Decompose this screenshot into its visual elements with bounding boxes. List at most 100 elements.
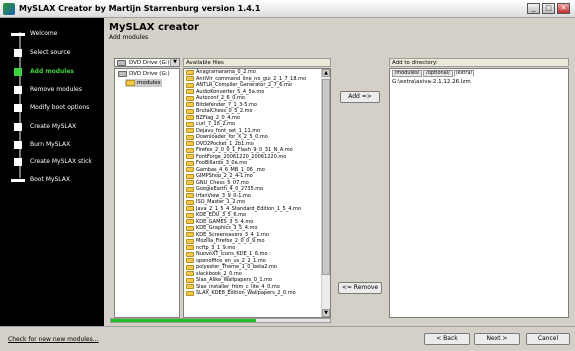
sidebar-step-label: Select source: [30, 49, 71, 56]
sidebar-step-remove-modules: Remove modules: [14, 85, 104, 95]
file-name: Downloader_for_X_2_5_0.mo: [196, 134, 268, 140]
wizard-sidebar: Welcome Select source Add modules Remove…: [0, 18, 104, 326]
scrollbar-thumb[interactable]: [322, 79, 330, 275]
cancel-button[interactable]: Cancel: [526, 333, 570, 345]
file-name: ncftp_3_1_9.mo: [196, 244, 236, 251]
available-files-list: Anagramarama_0_2.mo AntiVir_command_line_…: [183, 68, 331, 318]
sidebar-step-label: Create MySLAX stick: [30, 158, 92, 165]
file-name: Slax_Alike_Wallpapers_0_1.mo: [196, 277, 273, 283]
step-marker: [14, 158, 22, 166]
sidebar-step-label: Boot MySLAX: [30, 176, 70, 183]
tree-item-dvd-drive[interactable]: DVD Drive (G:): [117, 70, 170, 78]
file-name: GIMPShop_2_2_4-1.mo: [196, 173, 253, 179]
tab-extra[interactable]: /extra/: [454, 70, 474, 77]
back-button[interactable]: < Back: [424, 333, 470, 345]
module-file-icon: [186, 147, 194, 153]
file-list: Anagramarama_0_2.mo AntiVir_command_line_…: [184, 69, 322, 297]
file-list-scrollbar[interactable]: ▲ ▼: [321, 69, 330, 317]
step-marker: [11, 179, 25, 182]
module-file-icon: [186, 219, 194, 224]
file-name: Anagramarama_0_2.mo: [196, 69, 256, 75]
file-name: Java_2_1_5_4_Standard_Edition_1_5_4.mo: [196, 205, 301, 212]
module-file-icon: [186, 251, 194, 257]
check-new-modules-link[interactable]: Check for new new modules...: [8, 336, 98, 343]
scroll-up-arrow-icon[interactable]: ▲: [322, 69, 330, 77]
drive-tree: DVD Drive (G:) modules: [114, 68, 180, 318]
window-title: MySLAX Creator by Martijn Starrenburg ve…: [19, 4, 261, 13]
module-file-icon: [186, 225, 194, 231]
module-file-icon: [186, 186, 194, 192]
sidebar-step-add-modules: Add modules: [14, 67, 104, 77]
step-marker: [14, 104, 22, 112]
module-file-icon: [186, 115, 194, 120]
file-name: Firefox_2_0_0_1_Flash_9_0_31_N_A.mo: [196, 147, 293, 153]
module-file-icon: [186, 290, 194, 296]
sidebar-step-select-source: Select source: [14, 48, 104, 58]
tree-item-label: DVD Drive (G:): [129, 71, 170, 77]
dvd-drive-icon: [117, 60, 126, 66]
close-button[interactable]: ✕: [557, 3, 570, 14]
destination-list: /modules/ /optional/ /extra/ G:\extra\ax…: [389, 68, 569, 318]
remove-button[interactable]: <= Remove: [338, 282, 382, 294]
file-name: DVD2Pocket_1_2b1.mo: [196, 140, 254, 147]
module-file-icon: [186, 232, 194, 237]
drive-select-value: DVD Drive (G:): [129, 60, 170, 66]
module-file-icon: [186, 180, 194, 185]
module-file-icon: [186, 199, 194, 205]
module-file-icon: [186, 95, 194, 101]
minimize-button[interactable]: _: [527, 3, 540, 14]
module-file-icon: [186, 258, 194, 263]
destination-item[interactable]: G:\extra\axiva-2.1.12.26.lzm: [392, 79, 471, 86]
tab-optional[interactable]: /optional/: [423, 70, 453, 77]
tree-item-modules[interactable]: modules: [125, 79, 163, 87]
page-subtitle: Add modules: [109, 34, 149, 41]
module-file-icon: [186, 82, 194, 88]
step-marker: [14, 141, 22, 149]
file-name: FontForge_20061220_20061220.mo: [196, 153, 287, 160]
dvd-drive-icon: [118, 71, 127, 77]
drive-select[interactable]: DVD Drive (G:) ▼: [114, 58, 180, 67]
file-name: KDE_Screensavers_3_4_1.mo: [196, 231, 269, 238]
maximize-button[interactable]: □: [542, 3, 555, 14]
module-file-icon: [186, 206, 194, 211]
title-bar: MySLAX Creator by Martijn Starrenburg ve…: [0, 0, 575, 18]
file-name: curl_7_16_2.mo: [196, 121, 236, 127]
step-marker: [14, 86, 22, 94]
module-file-icon: [186, 89, 194, 94]
step-marker: [14, 123, 22, 131]
module-file-icon: [186, 173, 194, 179]
file-name: Mozilla_Firefox_2_0_0_9.mo: [196, 238, 265, 244]
tab-modules[interactable]: /modules/: [392, 70, 422, 77]
sidebar-step-label: Welcome: [30, 30, 58, 37]
destination-header: Add to directory:: [389, 58, 569, 67]
progress-bar: [110, 318, 331, 323]
file-name: polyester_Theme_1_0_beta2.mo: [196, 264, 277, 270]
module-file-icon: [186, 271, 194, 276]
file-list-item[interactable]: SLAX_KDE8_Edition_Wallpapers_2_0.mo: [184, 290, 322, 297]
file-name: GoogleEarth_4_0_2735.mo: [196, 186, 264, 192]
file-name: FooBillards_3_0a.mo: [196, 160, 248, 166]
chevron-down-icon[interactable]: ▼: [170, 59, 179, 66]
module-file-icon: [186, 264, 194, 270]
file-name: IrfanView_3_9_0-1.mo: [196, 192, 251, 199]
tree-item-label: modules: [137, 80, 161, 86]
module-file-icon: [186, 193, 194, 198]
sidebar-step-create-myslax: Create MySLAX: [14, 122, 104, 132]
add-button[interactable]: Add =>: [340, 91, 380, 103]
sidebar-step-label: Add modules: [30, 68, 74, 75]
file-name: SLAX_KDE8_Edition_Wallpapers_2_0.mo: [196, 290, 296, 296]
module-file-icon: [186, 212, 194, 218]
file-name: openoffice_en_us_2_2_1.mo: [196, 257, 266, 264]
file-name: NuovoXT_icons_KDE_1_6.mo: [196, 251, 268, 257]
module-file-icon: [186, 128, 194, 133]
module-file-icon: [186, 102, 194, 107]
sidebar-step-label: Create MySLAX: [30, 123, 77, 130]
next-button[interactable]: Next >: [474, 333, 520, 345]
module-file-icon: [186, 154, 194, 159]
file-name: BZFlag_2_0_4.mo: [196, 114, 240, 121]
step-marker: [14, 68, 22, 76]
scroll-down-arrow-icon[interactable]: ▼: [322, 309, 330, 317]
app-icon: [3, 3, 15, 15]
module-file-icon: [186, 245, 194, 250]
file-name: GNU_Chess_5_07.mo: [196, 179, 249, 186]
